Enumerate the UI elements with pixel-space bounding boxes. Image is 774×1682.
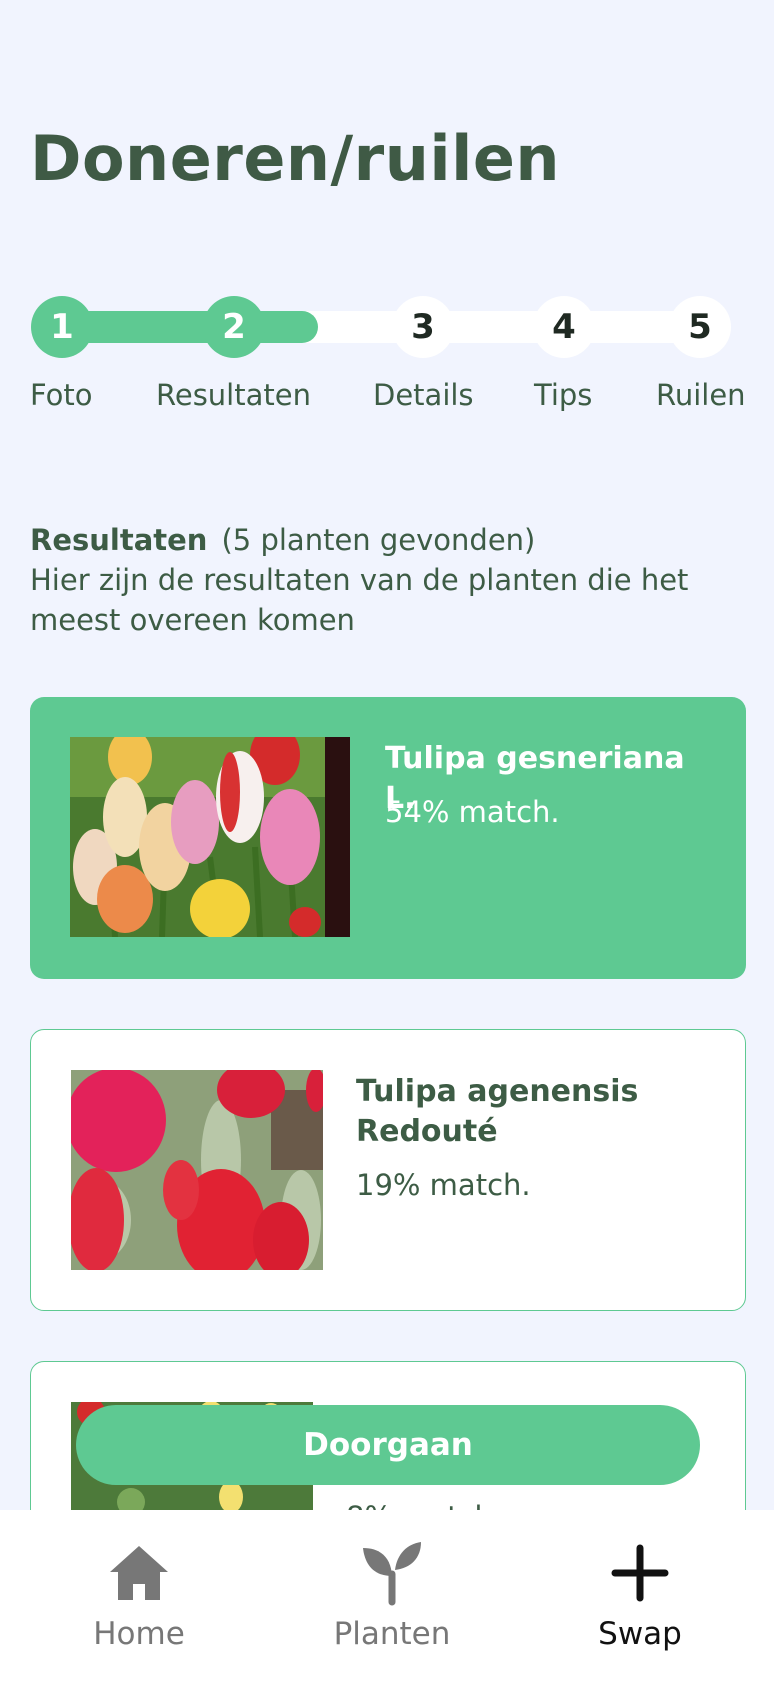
card-2-match: 19% match. [356,1168,531,1202]
bottom-nav: Home Planten Swap [0,1510,774,1682]
continue-button[interactable]: Doorgaan [76,1405,700,1485]
step-2-label: Resultaten [156,378,311,412]
nav-home[interactable]: Home [39,1540,239,1652]
results-description: Hier zijn de resultaten van de planten d… [30,563,689,637]
step-4-circle[interactable]: 4 [533,296,595,358]
nav-swap[interactable]: Swap [540,1540,740,1652]
results-count: (5 planten gevonden) [221,523,536,557]
home-icon [110,1546,168,1600]
tulip-photo-red [71,1070,323,1270]
step-5-circle[interactable]: 5 [669,296,731,358]
card-1-match: 54% match. [385,795,560,829]
stepper-progress [62,311,318,343]
step-1-circle[interactable]: 1 [31,296,93,358]
result-card-1[interactable]: Tulipa gesneriana L. 54% match. [30,697,746,979]
result-card-2[interactable]: Tulipa agenensis Redouté 19% match. [30,1029,746,1311]
step-2-circle[interactable]: 2 [203,296,265,358]
step-5-label: Ruilen [656,378,746,412]
nav-home-label: Home [93,1616,185,1652]
step-4-label: Tips [534,378,593,412]
nav-planten-label: Planten [333,1616,451,1652]
tulip-photo-mixed [70,737,350,937]
card-2-name: Tulipa agenensis Redouté [356,1074,639,1149]
results-title: Resultaten [30,523,208,557]
sprout-icon [363,1542,421,1606]
step-3-circle[interactable]: 3 [392,296,454,358]
results-header: Resultaten (5 planten gevonden) Hier zijn… [30,520,730,640]
nav-planten[interactable]: Planten [292,1540,492,1652]
step-3-label: Details [373,378,474,412]
plus-icon [611,1544,669,1602]
page-title: Doneren/ruilen [30,122,561,195]
nav-swap-label: Swap [598,1616,682,1652]
step-1-label: Foto [30,378,93,412]
